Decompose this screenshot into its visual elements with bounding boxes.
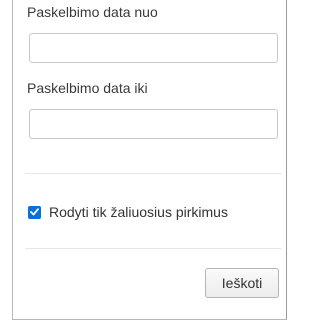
search-filter-panel: Paskelbimo data nuo Paskelbimo data iki … [12,0,287,320]
green-only-label: Rodyti tik žaliuosius pirkimus [49,204,228,220]
date-from-input[interactable] [29,33,278,63]
checkmark-icon [30,208,39,216]
green-only-checkbox-row[interactable]: Rodyti tik žaliuosius pirkimus [28,203,228,221]
search-button[interactable]: Ieškoti [205,268,279,298]
divider [25,248,281,249]
date-from-label: Paskelbimo data nuo [27,4,158,20]
divider [25,173,281,174]
green-only-checkbox[interactable] [28,205,41,219]
date-to-label: Paskelbimo data iki [27,80,148,96]
date-to-input[interactable] [29,109,278,139]
